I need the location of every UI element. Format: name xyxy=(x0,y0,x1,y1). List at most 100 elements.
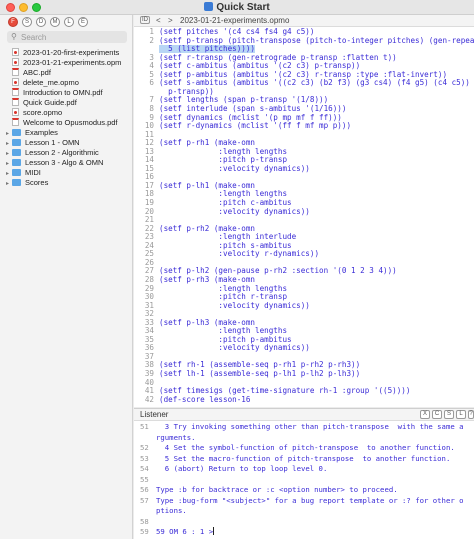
code-line[interactable]: 22 (setf p-rh2 (make-omn xyxy=(134,225,474,234)
code-line[interactable]: 20 :velocity dynamics)) xyxy=(134,208,474,217)
code-line[interactable]: 12 (setf p-rh1 (make-omn xyxy=(134,139,474,148)
code-line[interactable]: 33 (setf p-lh3 (make-omn xyxy=(134,319,474,328)
code-line[interactable]: 41 (setf timesigs (get-time-signature rh-… xyxy=(134,387,474,396)
line-number: 5 xyxy=(149,70,154,79)
code-line[interactable]: 35 :pitch p-ambitus xyxy=(134,336,474,345)
filter-l-button[interactable]: L xyxy=(64,17,74,27)
code-line[interactable]: 2 (setf p-transp (pitch-transpose (pitch-… xyxy=(134,37,474,46)
code-line[interactable]: 28 (setf p-rh3 (make-omn xyxy=(134,276,474,285)
listener-text: Type :bug-form "<subject>" for a bug rep… xyxy=(156,495,464,505)
code-line[interactable]: 23 :length interlude xyxy=(134,233,474,242)
code-text: p-transp)) xyxy=(159,87,214,96)
code-line[interactable]: 29 :length lengths xyxy=(134,285,474,294)
search-input[interactable] xyxy=(21,31,121,43)
code-line[interactable]: 19 :pitch c-ambitus xyxy=(134,199,474,208)
code-line[interactable]: 6 (setf s-ambitus (ambitus '((c2 c3) (b2 … xyxy=(134,79,474,88)
folder-icon xyxy=(12,139,21,146)
code-line[interactable]: 13 :length lengths xyxy=(134,148,474,157)
file-list-item[interactable]: ABC.pdf xyxy=(6,68,132,78)
file-list-item[interactable]: ▸ Lesson 2 - Algorithmic xyxy=(6,148,132,158)
code-line[interactable]: 39 (setf lh-1 (assemble-seq p-lh1 p-lh2 p… xyxy=(134,370,474,379)
code-line[interactable]: 7 (setf lengths (span p-transp '(1/8))) xyxy=(134,96,474,105)
code-line[interactable]: 32 xyxy=(134,310,474,319)
code-line[interactable]: 4 (setf c-ambitus (ambitus '(c2 c3) p-tra… xyxy=(134,62,474,71)
filter-d-button[interactable]: D xyxy=(36,17,46,27)
code-line[interactable]: 42 (def-score lesson-16 xyxy=(134,396,474,405)
code-line[interactable]: 40 xyxy=(134,379,474,388)
filter-m-button[interactable]: M xyxy=(50,17,60,27)
code-line[interactable]: 38 (setf rh-1 (assemble-seq p-rh1 p-rh2 p… xyxy=(134,361,474,370)
document-button[interactable]: ID xyxy=(140,16,150,24)
code-line[interactable]: 26 xyxy=(134,259,474,268)
listener-help-icon[interactable]: ? xyxy=(468,410,474,419)
line-number: 35 xyxy=(144,335,154,344)
file-list-item[interactable]: ▸ Examples xyxy=(6,128,132,138)
line-number: 22 xyxy=(144,224,154,233)
listener-copy-icon[interactable]: C xyxy=(432,410,442,419)
listener-line: rguments. xyxy=(140,433,472,442)
file-name: ABC.pdf xyxy=(23,68,51,77)
listener-line: 59 59 OM 6 : 1 > xyxy=(140,527,472,536)
listener-text: ptions. xyxy=(156,506,187,515)
code-line[interactable]: 8 (setf interlude (span s-ambitus '(1/16)… xyxy=(134,105,474,114)
code-line[interactable]: 31 :velocity dynamics)) xyxy=(134,302,474,311)
code-line[interactable]: 36 :velocity dynamics)) xyxy=(134,344,474,353)
line-number: 8 xyxy=(149,104,154,113)
code-line[interactable]: p-transp)) xyxy=(134,88,474,97)
filter-s-button[interactable]: S xyxy=(22,17,32,27)
filter-f-button[interactable]: F xyxy=(8,17,18,27)
file-list-item[interactable]: 2023-01-21-experiments.opm xyxy=(6,58,132,68)
listener-panel: Listener X C S L ? 51 3 Try invoking som… xyxy=(134,408,474,539)
code-line[interactable]: 37 xyxy=(134,353,474,362)
listener-line: 56 Type :b for backtrace or :c <option nu… xyxy=(140,485,472,494)
filter-e-button[interactable]: E xyxy=(78,17,88,27)
code-line[interactable]: 21 xyxy=(134,216,474,225)
search-field[interactable]: ⚲ xyxy=(7,31,127,43)
code-line[interactable]: 17 (setf p-lh1 (make-omn xyxy=(134,182,474,191)
code-line[interactable]: 34 :length lengths xyxy=(134,327,474,336)
code-line[interactable]: 1 (setf pitches '(c4 cs4 fs4 g4 c5)) xyxy=(134,28,474,37)
listener-text: 59 OM 6 : 1 > xyxy=(156,527,214,536)
file-list-item[interactable]: delete_me.opmo xyxy=(6,78,132,88)
listener-text: 5 Set the macro-function of pitch-transp… xyxy=(156,453,451,463)
code-line[interactable]: 16 xyxy=(134,173,474,182)
code-line[interactable]: 24 :pitch s-ambitus xyxy=(134,242,474,251)
listener-log-icon[interactable]: L xyxy=(456,410,466,419)
file-list-item[interactable]: Quick Guide.pdf xyxy=(6,98,132,108)
code-line[interactable]: 30 :pitch r-transp xyxy=(134,293,474,302)
code-line[interactable]: 9 (setf dynamics (mclist '(p mp mf f ff))… xyxy=(134,114,474,123)
code-line[interactable]: 3 (setf r-transp (gen-retrograde p-transp… xyxy=(134,54,474,63)
code-line[interactable]: 5 (setf p-ambitus (ambitus '(c2 c3) r-tra… xyxy=(134,71,474,80)
code-line[interactable]: 14 :pitch p-transp xyxy=(134,156,474,165)
file-name: Lesson 3 - Algo & OMN xyxy=(25,158,104,167)
back-button[interactable]: < xyxy=(156,16,161,25)
code-line[interactable]: 15 :velocity dynamics)) xyxy=(134,165,474,174)
code-line[interactable]: 5 (list pitches)))) xyxy=(134,45,474,54)
line-number: 24 xyxy=(144,241,154,250)
listener-save-icon[interactable]: S xyxy=(444,410,454,419)
folder-icon xyxy=(12,169,21,176)
code-line[interactable]: 18 :length lengths xyxy=(134,190,474,199)
code-text: (setf lh-1 (assemble-seq p-lh1 p-lh2 p-l… xyxy=(159,370,361,378)
opmo-file-icon xyxy=(12,48,19,56)
file-list-item[interactable]: ▸ Scores xyxy=(6,178,132,188)
file-list-item[interactable]: ▸ Lesson 3 - Algo & OMN xyxy=(6,158,132,168)
code-text: (setf p-lh1 (make-omn xyxy=(159,181,256,190)
file-name: 2023-01-21-experiments.opm xyxy=(23,58,122,67)
code-text: (setf s-ambitus (ambitus '((c2 c3) (b2 f… xyxy=(159,79,470,88)
listener-clear-icon[interactable]: X xyxy=(420,410,430,419)
forward-button[interactable]: > xyxy=(168,16,173,25)
code-line[interactable]: 11 xyxy=(134,131,474,140)
code-text: :velocity r-dynamics)) xyxy=(159,250,320,259)
line-number: 29 xyxy=(144,284,154,293)
code-line[interactable]: 10 (setf r-dynamics (mclist '(ff f mf mp … xyxy=(134,122,474,131)
file-list-item[interactable]: 2023-01-20-first-experiments xyxy=(6,48,132,58)
window-title-text: Quick Start xyxy=(216,2,270,13)
file-list-item[interactable]: ▸ MIDI xyxy=(6,168,132,178)
code-line[interactable]: 25 :velocity r-dynamics)) xyxy=(134,250,474,259)
file-list-item[interactable]: ▸ Lesson 1 - OMN xyxy=(6,138,132,148)
code-line[interactable]: 27 (setf p-lh2 (gen-pause p-rh2 :section … xyxy=(134,267,474,276)
file-list-item[interactable]: Introduction to OMN.pdf xyxy=(6,88,132,98)
file-list-item[interactable]: Welcome to Opusmodus.pdf xyxy=(6,118,132,128)
file-list-item[interactable]: score.opmo xyxy=(6,108,132,118)
